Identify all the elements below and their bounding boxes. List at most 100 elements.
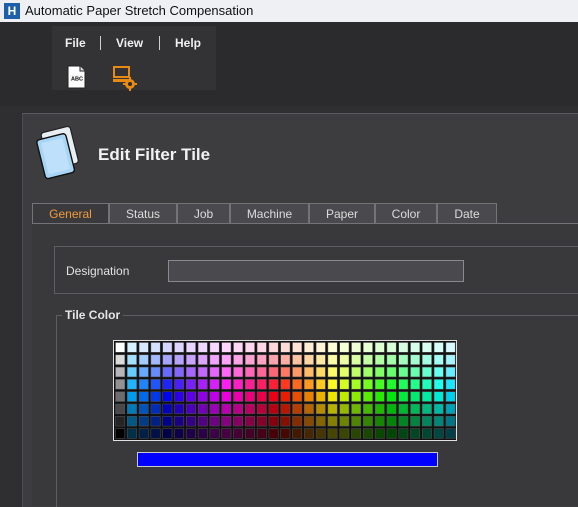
palette-swatch[interactable] [363,416,373,427]
palette-swatch[interactable] [410,342,421,353]
palette-swatch[interactable] [445,354,456,365]
palette-swatch[interactable] [174,366,185,378]
palette-swatch[interactable] [115,391,126,402]
palette-swatch[interactable] [351,354,362,365]
palette-swatch[interactable] [233,391,244,402]
palette-swatch[interactable] [410,391,421,402]
palette-swatch[interactable] [386,366,397,378]
palette-swatch[interactable] [410,416,421,427]
palette-swatch[interactable] [315,366,326,378]
palette-swatch[interactable] [339,391,350,402]
palette-swatch[interactable] [245,379,255,390]
palette-swatch[interactable] [150,428,161,439]
palette-swatch[interactable] [209,391,220,402]
palette-swatch[interactable] [268,354,279,365]
palette-swatch[interactable] [410,403,421,415]
palette-swatch[interactable] [245,416,255,427]
palette-swatch[interactable] [327,403,338,415]
palette-swatch[interactable] [304,391,314,402]
palette-swatch[interactable] [339,403,350,415]
palette-swatch[interactable] [115,342,126,353]
palette-swatch[interactable] [115,366,126,378]
palette-swatch[interactable] [292,428,303,439]
palette-swatch[interactable] [162,391,173,402]
palette-swatch[interactable] [268,391,279,402]
palette-swatch[interactable] [209,366,220,378]
palette-swatch[interactable] [327,354,338,365]
palette-swatch[interactable] [410,428,421,439]
palette-swatch[interactable] [351,379,362,390]
palette-swatch[interactable] [245,428,255,439]
palette-swatch[interactable] [304,403,314,415]
palette-swatch[interactable] [174,391,185,402]
palette-swatch[interactable] [433,354,444,365]
palette-swatch[interactable] [292,391,303,402]
palette-swatch[interactable] [221,391,232,402]
palette-swatch[interactable] [197,366,208,378]
palette-swatch[interactable] [186,403,196,415]
palette-swatch[interactable] [138,366,149,378]
color-palette-grid[interactable] [114,341,456,440]
tab-color[interactable]: Color [375,203,437,223]
palette-swatch[interactable] [398,391,409,402]
palette-swatch[interactable] [363,391,373,402]
palette-swatch[interactable] [245,403,255,415]
palette-swatch[interactable] [398,403,409,415]
palette-swatch[interactable] [115,379,126,390]
palette-swatch[interactable] [398,379,409,390]
palette-swatch[interactable] [339,342,350,353]
palette-swatch[interactable] [398,342,409,353]
palette-swatch[interactable] [256,379,267,390]
palette-swatch[interactable] [410,354,421,365]
palette-swatch[interactable] [162,354,173,365]
palette-swatch[interactable] [445,379,456,390]
palette-swatch[interactable] [339,416,350,427]
palette-swatch[interactable] [138,403,149,415]
palette-swatch[interactable] [280,354,291,365]
palette-swatch[interactable] [386,416,397,427]
palette-swatch[interactable] [374,403,385,415]
palette-swatch[interactable] [292,416,303,427]
palette-swatch[interactable] [138,428,149,439]
palette-swatch[interactable] [433,403,444,415]
palette-swatch[interactable] [422,416,432,427]
palette-swatch[interactable] [327,428,338,439]
palette-swatch[interactable] [422,428,432,439]
palette-swatch[interactable] [150,342,161,353]
palette-swatch[interactable] [292,379,303,390]
palette-swatch[interactable] [410,379,421,390]
palette-swatch[interactable] [363,366,373,378]
palette-swatch[interactable] [268,342,279,353]
palette-swatch[interactable] [197,403,208,415]
palette-swatch[interactable] [386,403,397,415]
palette-swatch[interactable] [138,354,149,365]
palette-swatch[interactable] [245,391,255,402]
palette-swatch[interactable] [186,354,196,365]
palette-swatch[interactable] [245,342,255,353]
palette-swatch[interactable] [374,342,385,353]
palette-swatch[interactable] [433,379,444,390]
palette-swatch[interactable] [304,342,314,353]
palette-swatch[interactable] [327,416,338,427]
palette-swatch[interactable] [339,366,350,378]
palette-swatch[interactable] [315,354,326,365]
palette-swatch[interactable] [127,416,137,427]
palette-swatch[interactable] [233,366,244,378]
palette-swatch[interactable] [150,391,161,402]
palette-swatch[interactable] [433,342,444,353]
palette-swatch[interactable] [445,403,456,415]
palette-swatch[interactable] [138,379,149,390]
palette-swatch[interactable] [445,428,456,439]
palette-swatch[interactable] [127,428,137,439]
palette-swatch[interactable] [268,379,279,390]
palette-swatch[interactable] [445,416,456,427]
palette-swatch[interactable] [221,428,232,439]
tab-job[interactable]: Job [177,203,230,223]
palette-swatch[interactable] [280,416,291,427]
palette-swatch[interactable] [280,428,291,439]
palette-swatch[interactable] [363,379,373,390]
palette-swatch[interactable] [186,379,196,390]
palette-swatch[interactable] [127,366,137,378]
palette-swatch[interactable] [304,366,314,378]
palette-swatch[interactable] [256,354,267,365]
